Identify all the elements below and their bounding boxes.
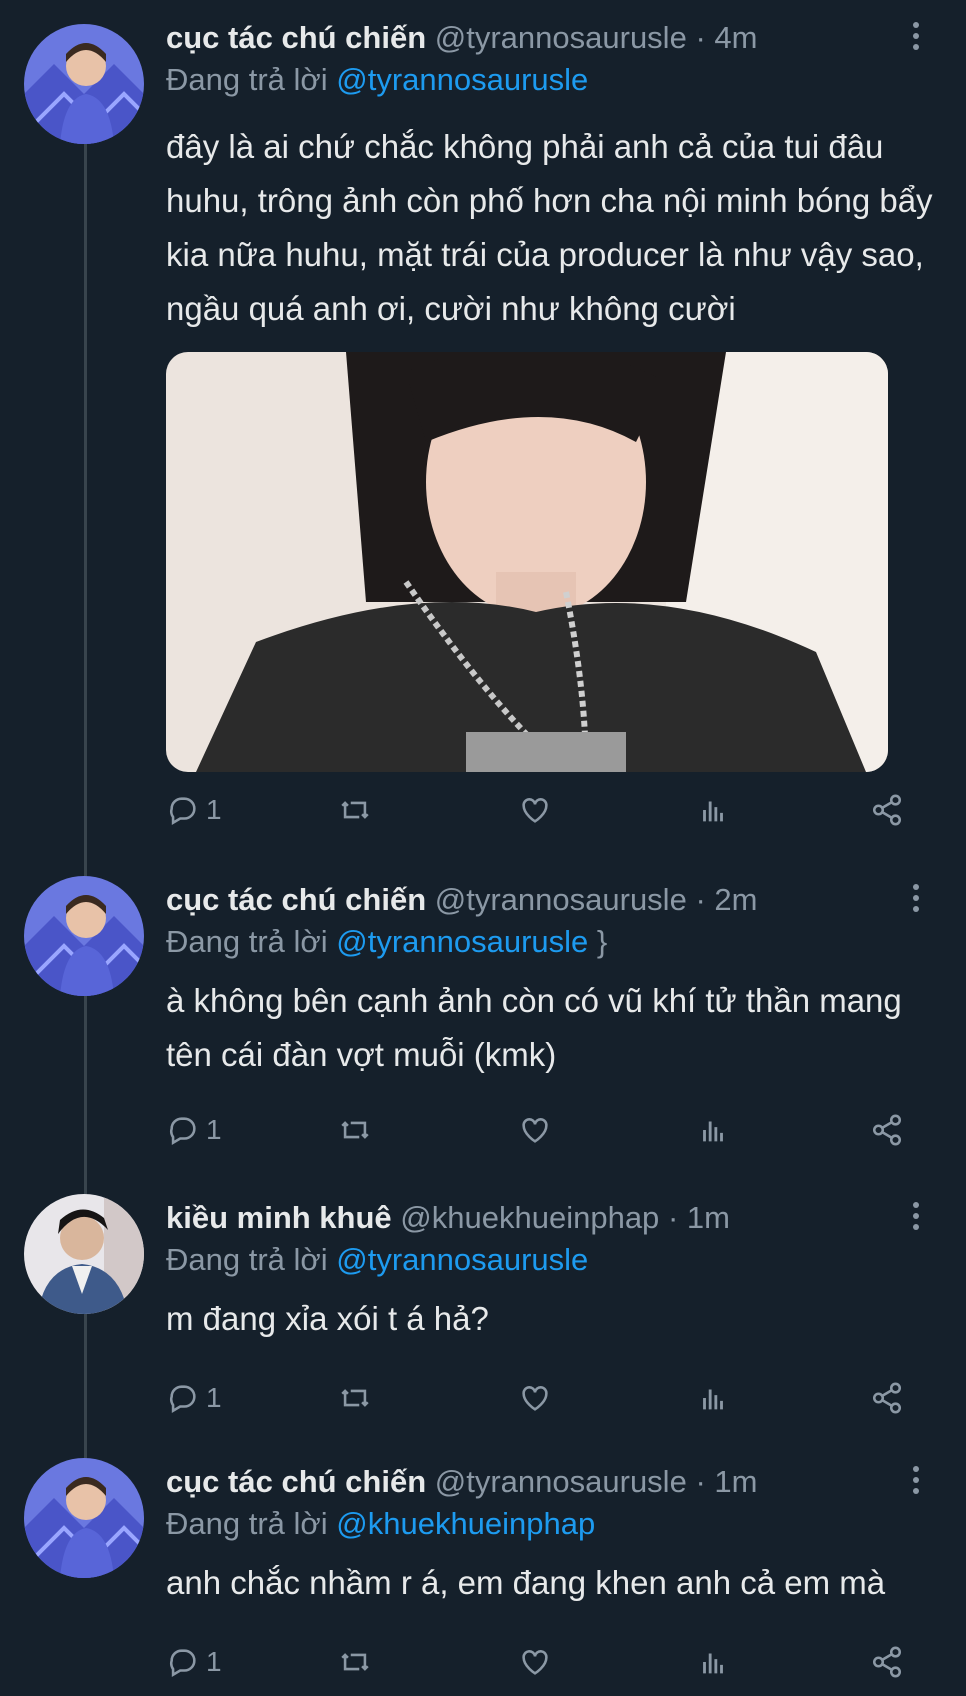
analytics-icon bbox=[703, 801, 723, 822]
retweet-icon bbox=[341, 801, 369, 819]
more-icon[interactable] bbox=[906, 1466, 926, 1498]
retweet-button[interactable] bbox=[338, 788, 372, 832]
reply-count: 1 bbox=[206, 1646, 222, 1677]
share-icon bbox=[872, 1382, 902, 1414]
reply-icon bbox=[170, 1117, 196, 1146]
share-button[interactable] bbox=[870, 1640, 904, 1684]
reply-prefix: Đang trả lời bbox=[166, 1506, 328, 1541]
retweet-icon bbox=[341, 1653, 369, 1671]
analytics-icon bbox=[703, 1389, 723, 1410]
tweet[interactable]: cục tác chú chiến @tyrannosaurusle · 4m … bbox=[0, 14, 966, 834]
retweet-button[interactable] bbox=[338, 1640, 372, 1684]
analytics-button[interactable] bbox=[696, 1376, 730, 1420]
like-icon bbox=[522, 1650, 548, 1675]
more-icon[interactable] bbox=[906, 22, 926, 54]
retweet-icon bbox=[341, 1121, 369, 1139]
action-bar: 1 bbox=[166, 1376, 926, 1420]
timestamp[interactable]: 1m bbox=[714, 1464, 757, 1499]
tweet-header: cục tác chú chiến @tyrannosaurusle · 4m bbox=[166, 18, 906, 58]
reply-button[interactable]: 1 bbox=[166, 1108, 222, 1152]
display-name[interactable]: cục tác chú chiến bbox=[166, 1464, 426, 1499]
reply-mention[interactable]: @khuekhueinphap bbox=[336, 1506, 595, 1541]
reply-mention[interactable]: @tyrannosaurusle bbox=[336, 1242, 588, 1277]
retweet-icon bbox=[341, 1389, 369, 1407]
analytics-icon bbox=[703, 1121, 723, 1142]
tweet[interactable]: cục tác chú chiến @tyrannosaurusle · 1m … bbox=[0, 1458, 966, 1696]
like-button[interactable] bbox=[518, 788, 552, 832]
tweet-header: cục tác chú chiến @tyrannosaurusle · 2m bbox=[166, 880, 906, 920]
display-name[interactable]: cục tác chú chiến bbox=[166, 20, 426, 55]
reply-to-line: Đang trả lời @khuekhueinphap bbox=[166, 1504, 595, 1544]
retweet-button[interactable] bbox=[338, 1108, 372, 1152]
tweet-photo[interactable] bbox=[166, 352, 888, 772]
reply-icon bbox=[170, 1385, 196, 1414]
tweet-text: à không bên cạnh ảnh còn có vũ khí tử th… bbox=[166, 982, 902, 1073]
timestamp[interactable]: 2m bbox=[714, 882, 757, 917]
timestamp[interactable]: 1m bbox=[687, 1200, 730, 1235]
separator: · bbox=[695, 1464, 706, 1499]
action-bar: 1 bbox=[166, 1640, 926, 1684]
reply-icon bbox=[170, 797, 196, 826]
more-icon[interactable] bbox=[906, 1202, 926, 1234]
user-handle[interactable]: @tyrannosaurusle bbox=[435, 1464, 687, 1499]
reply-button[interactable]: 1 bbox=[166, 1640, 222, 1684]
analytics-icon bbox=[703, 1653, 723, 1674]
reply-button[interactable]: 1 bbox=[166, 788, 222, 832]
tweet-text: anh chắc nhầm r á, em đang khen anh cả e… bbox=[166, 1564, 886, 1601]
avatar[interactable] bbox=[24, 24, 144, 144]
separator: · bbox=[667, 1200, 679, 1235]
like-button[interactable] bbox=[518, 1108, 552, 1152]
analytics-button[interactable] bbox=[696, 1108, 730, 1152]
display-name[interactable]: cục tác chú chiến bbox=[166, 882, 426, 917]
like-button[interactable] bbox=[518, 1376, 552, 1420]
avatar[interactable] bbox=[24, 1194, 144, 1314]
separator: · bbox=[695, 882, 706, 917]
reply-button[interactable]: 1 bbox=[166, 1376, 222, 1420]
tweet-text: m đang xỉa xói t á hả? bbox=[166, 1300, 489, 1337]
reply-prefix: Đang trả lời bbox=[166, 1242, 328, 1277]
reply-to-line: Đang trả lời @tyrannosaurusle } bbox=[166, 924, 608, 959]
retweet-button[interactable] bbox=[338, 1376, 372, 1420]
more-icon[interactable] bbox=[906, 884, 926, 916]
reply-icon bbox=[170, 1649, 196, 1678]
analytics-button[interactable] bbox=[696, 788, 730, 832]
tweet-header: kiều minh khuê @khuekhueinphap · 1m bbox=[166, 1198, 906, 1238]
display-name[interactable]: kiều minh khuê bbox=[166, 1200, 392, 1235]
reply-count: 1 bbox=[206, 1382, 222, 1413]
reply-prefix: Đang trả lời bbox=[166, 924, 328, 959]
share-button[interactable] bbox=[870, 1376, 904, 1420]
reply-to-line: Đang trả lời @tyrannosaurusle bbox=[166, 60, 588, 100]
share-button[interactable] bbox=[870, 1108, 904, 1152]
reply-count: 1 bbox=[206, 794, 222, 825]
user-handle[interactable]: @tyrannosaurusle bbox=[435, 20, 687, 55]
reply-to-line: Đang trả lời @tyrannosaurusle bbox=[166, 1240, 588, 1280]
share-button[interactable] bbox=[870, 788, 904, 832]
tweet[interactable]: cục tác chú chiến @tyrannosaurusle · 2m … bbox=[0, 876, 966, 1166]
share-icon bbox=[872, 1114, 902, 1146]
share-icon bbox=[872, 794, 902, 826]
action-bar: 1 bbox=[166, 1108, 926, 1152]
share-icon bbox=[872, 1646, 902, 1678]
tweet-text: đây là ai chứ chắc không phải anh cả của… bbox=[166, 128, 933, 327]
user-handle[interactable]: @tyrannosaurusle bbox=[435, 882, 687, 917]
like-icon bbox=[522, 798, 548, 823]
timestamp[interactable]: 4m bbox=[714, 20, 757, 55]
tweet[interactable]: kiều minh khuê @khuekhueinphap · 1m Đang… bbox=[0, 1194, 966, 1434]
avatar[interactable] bbox=[24, 876, 144, 996]
separator: · bbox=[695, 20, 706, 55]
reply-count: 1 bbox=[206, 1114, 222, 1145]
like-button[interactable] bbox=[518, 1640, 552, 1684]
reply-mention[interactable]: @tyrannosaurusle bbox=[336, 924, 588, 959]
analytics-button[interactable] bbox=[696, 1640, 730, 1684]
avatar[interactable] bbox=[24, 1458, 144, 1578]
tweet-header: cục tác chú chiến @tyrannosaurusle · 1m bbox=[166, 1462, 906, 1502]
user-handle[interactable]: @khuekhueinphap bbox=[400, 1200, 659, 1235]
like-icon bbox=[522, 1118, 548, 1143]
like-icon bbox=[522, 1386, 548, 1411]
action-bar: 1 bbox=[166, 788, 926, 832]
reply-mention[interactable]: @tyrannosaurusle bbox=[336, 62, 588, 97]
reply-prefix: Đang trả lời bbox=[166, 62, 328, 97]
